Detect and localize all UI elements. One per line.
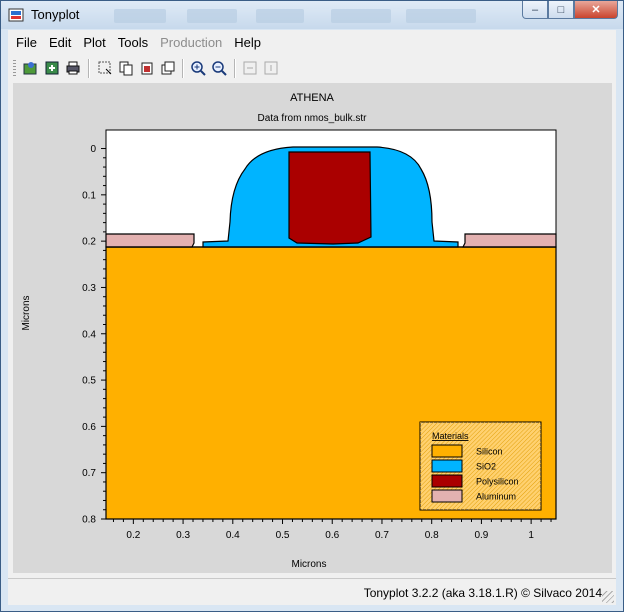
minimize-button[interactable]: – bbox=[522, 1, 548, 19]
y-tick-label: 0.5 bbox=[82, 376, 96, 387]
maximize-icon: □ bbox=[557, 3, 565, 16]
close-button[interactable]: ✕ bbox=[574, 1, 618, 19]
y-tick-label: 0.1 bbox=[82, 190, 96, 201]
open-button[interactable] bbox=[21, 59, 39, 77]
y-axis: 0 0.1 0.2 0.3 0.4 0.5 0.6 0.7 0.8 bbox=[82, 144, 106, 526]
menu-help[interactable]: Help bbox=[230, 35, 265, 50]
legend-swatch bbox=[431, 474, 463, 488]
legend-label: Silicon bbox=[476, 447, 503, 457]
y-tick-label: 0.4 bbox=[82, 329, 96, 340]
toolbar-separator bbox=[182, 59, 184, 78]
background-blur bbox=[406, 9, 476, 23]
plot-title: ATHENA bbox=[290, 92, 334, 104]
zoom-out-button[interactable] bbox=[210, 59, 228, 77]
x-tick-label: 0.5 bbox=[276, 530, 290, 541]
background-blur bbox=[114, 9, 166, 23]
legend-swatch bbox=[431, 444, 463, 458]
y-tick-label: 0.8 bbox=[82, 515, 96, 526]
x-axis-label: Microns bbox=[291, 559, 326, 570]
x-tick-label: 0.3 bbox=[176, 530, 190, 541]
legend-swatch bbox=[431, 459, 463, 473]
menu-edit[interactable]: Edit bbox=[45, 35, 75, 50]
polysilicon-region bbox=[288, 151, 372, 245]
maximize-button[interactable]: □ bbox=[548, 1, 574, 19]
x-axis: 0.2 0.3 0.4 0.5 0.6 0.7 0.8 0.9 1 bbox=[112, 519, 552, 541]
plot-panel[interactable]: ATHENA Data from nmos_bulk.str Microns M… bbox=[13, 83, 612, 573]
print-button[interactable] bbox=[64, 59, 82, 77]
plot-subtitle: Data from nmos_bulk.str bbox=[258, 113, 368, 124]
background-blur bbox=[187, 9, 237, 23]
y-tick-label: 0 bbox=[90, 144, 96, 155]
print-icon bbox=[66, 61, 80, 75]
background-blur bbox=[331, 9, 391, 23]
y-tick-label: 0.7 bbox=[82, 468, 96, 479]
reset-icon bbox=[264, 61, 278, 75]
paste-icon bbox=[141, 62, 153, 75]
copy-icon bbox=[119, 61, 133, 76]
select-button[interactable] bbox=[96, 59, 114, 77]
athena-structure-plot[interactable]: ATHENA Data from nmos_bulk.str Microns M… bbox=[13, 83, 612, 573]
aluminum-left-region bbox=[105, 233, 195, 248]
tonyplot-app-icon bbox=[8, 8, 24, 22]
zoom-in-icon bbox=[191, 61, 206, 76]
menu-bar: File Edit Plot Tools Production Help bbox=[8, 30, 616, 54]
redraw-button[interactable] bbox=[241, 59, 259, 77]
toolbar-separator bbox=[88, 59, 90, 78]
open-icon bbox=[23, 62, 37, 75]
menu-tools[interactable]: Tools bbox=[114, 35, 152, 50]
legend-label: SiO2 bbox=[476, 462, 496, 472]
status-text: Tonyplot 3.2.2 (aka 3.18.1.R) © Silvaco … bbox=[363, 586, 602, 600]
x-tick-label: 0.4 bbox=[226, 530, 240, 541]
aluminum-right-region bbox=[462, 233, 557, 248]
redraw-icon bbox=[243, 61, 257, 75]
copy-button[interactable] bbox=[117, 59, 135, 77]
reset-button[interactable] bbox=[262, 59, 280, 77]
tonyplot-window: Tonyplot – □ ✕ File Edit Plot Tools Prod… bbox=[0, 0, 624, 612]
legend: Materials Silicon SiO2 Polysilicon Aluminum bbox=[419, 421, 542, 511]
legend-label: Aluminum bbox=[476, 492, 516, 502]
save-icon bbox=[45, 61, 59, 75]
x-tick-label: 0.9 bbox=[474, 530, 488, 541]
minimize-icon: – bbox=[531, 3, 539, 16]
select-icon bbox=[98, 61, 112, 75]
x-tick-label: 0.6 bbox=[325, 530, 339, 541]
status-bar: Tonyplot 3.2.2 (aka 3.18.1.R) © Silvaco … bbox=[8, 578, 616, 605]
menu-production[interactable]: Production bbox=[156, 35, 226, 50]
legend-label: Polysilicon bbox=[476, 477, 519, 487]
zoom-out-icon bbox=[212, 61, 227, 76]
y-tick-label: 0.2 bbox=[82, 237, 96, 248]
title-bar[interactable]: Tonyplot – □ ✕ bbox=[1, 1, 623, 29]
x-tick-label: 0.2 bbox=[126, 530, 140, 541]
menu-plot[interactable]: Plot bbox=[79, 35, 109, 50]
toolbar-grip[interactable] bbox=[13, 60, 16, 78]
legend-swatch bbox=[431, 489, 463, 503]
toolbar bbox=[8, 56, 616, 82]
legend-title: Materials bbox=[432, 431, 469, 441]
menu-file[interactable]: File bbox=[12, 35, 41, 50]
x-tick-label: 0.7 bbox=[375, 530, 389, 541]
paste-button[interactable] bbox=[138, 59, 156, 77]
toolbar-separator bbox=[234, 59, 236, 78]
y-axis-label: Microns bbox=[21, 295, 32, 330]
duplicate-icon bbox=[161, 61, 175, 75]
y-tick-label: 0.6 bbox=[82, 422, 96, 433]
duplicate-button[interactable] bbox=[159, 59, 177, 77]
background-blur bbox=[256, 9, 304, 23]
save-button[interactable] bbox=[43, 59, 61, 77]
x-tick-label: 0.8 bbox=[425, 530, 439, 541]
y-tick-label: 0.3 bbox=[82, 283, 96, 294]
x-tick-label: 1 bbox=[528, 530, 534, 541]
close-icon: ✕ bbox=[591, 4, 601, 16]
resize-grip[interactable] bbox=[602, 591, 614, 603]
window-title: Tonyplot bbox=[31, 7, 80, 22]
zoom-in-button[interactable] bbox=[189, 59, 207, 77]
client-area: File Edit Plot Tools Production Help ATH… bbox=[8, 30, 616, 605]
window-controls: – □ ✕ bbox=[522, 1, 618, 21]
